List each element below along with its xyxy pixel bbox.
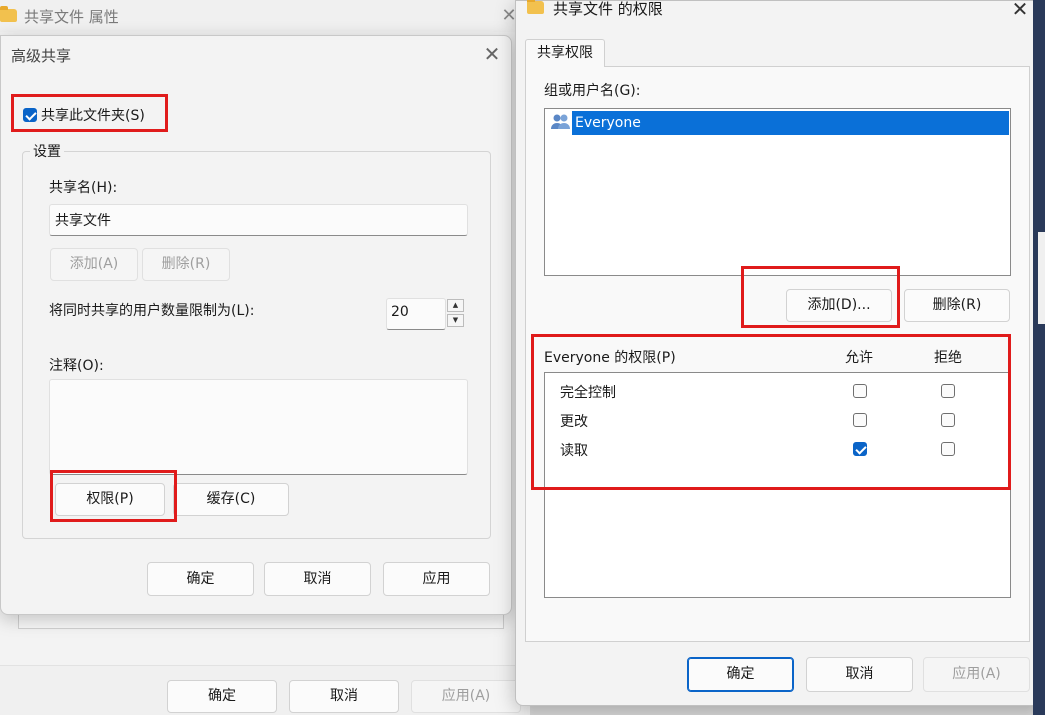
cancel-button[interactable]: 取消	[289, 680, 399, 713]
permission-label: 完全控制	[560, 385, 616, 401]
permissions-dialog: 共享文件 的权限 ✕ 共享权限 组或用户名(G): Everyone 添加(D)…	[515, 0, 1045, 706]
remove-button[interactable]: 删除(R)	[142, 248, 230, 281]
spin-up-icon[interactable]: ▲	[447, 299, 464, 312]
dialog-title: 共享文件 的权限	[553, 0, 663, 18]
tab-share-permissions[interactable]: 共享权限	[525, 39, 605, 67]
permissions-button[interactable]: 权限(P)	[55, 483, 165, 516]
allow-header: 允许	[845, 350, 873, 366]
allow-checkbox[interactable]	[853, 384, 867, 398]
remove-user-button[interactable]: 删除(R)	[904, 289, 1010, 322]
comment-label: 注释(O):	[49, 358, 104, 374]
caching-button[interactable]: 缓存(C)	[173, 483, 289, 516]
close-icon[interactable]: ✕	[1008, 0, 1032, 21]
settings-legend: 设置	[30, 141, 64, 161]
permission-label: 读取	[560, 443, 588, 459]
advanced-sharing-dialog: 高级共享 ✕ 共享此文件夹(S) 设置 共享名(H): 共享文件 添加(A) 删…	[0, 35, 512, 615]
folder-icon	[527, 0, 544, 14]
dialog-title: 高级共享	[11, 47, 72, 65]
permission-label: 更改	[560, 414, 588, 430]
deny-checkbox[interactable]	[941, 442, 955, 456]
cancel-button[interactable]: 取消	[264, 562, 371, 596]
share-name-label: 共享名(H):	[49, 180, 118, 196]
list-item[interactable]: Everyone	[572, 111, 1009, 135]
users-icon	[551, 114, 570, 129]
permissions-list: 完全控制 更改 读取	[544, 372, 1011, 598]
apply-button[interactable]: 应用(A)	[411, 680, 521, 713]
share-folder-checkbox[interactable]	[23, 108, 37, 122]
apply-button[interactable]: 应用(A)	[923, 657, 1030, 692]
group-label: 组或用户名(G):	[544, 83, 641, 99]
allow-checkbox[interactable]	[853, 413, 867, 427]
share-name-input[interactable]: 共享文件	[49, 204, 468, 236]
ok-button[interactable]: 确定	[687, 657, 794, 692]
close-icon[interactable]: ✕	[481, 43, 503, 65]
comment-input[interactable]	[49, 379, 468, 475]
deny-checkbox[interactable]	[941, 413, 955, 427]
permissions-header: Everyone 的权限(P)	[544, 350, 676, 366]
properties-titlebar: 共享文件 属性 ✕	[0, 0, 530, 32]
share-folder-label[interactable]: 共享此文件夹(S)	[41, 105, 145, 125]
folder-icon	[0, 6, 17, 22]
spin-down-icon[interactable]: ▼	[447, 314, 464, 327]
cancel-button[interactable]: 取消	[806, 657, 913, 692]
ok-button[interactable]: 确定	[147, 562, 254, 596]
deny-checkbox[interactable]	[941, 384, 955, 398]
background-window-edge	[1038, 232, 1045, 324]
users-listbox[interactable]: Everyone	[544, 108, 1011, 276]
background-window-edge	[1033, 0, 1045, 715]
add-button[interactable]: 添加(A)	[50, 248, 138, 281]
user-limit-input[interactable]: 20	[386, 298, 446, 330]
add-user-button[interactable]: 添加(D)...	[786, 289, 892, 322]
deny-header: 拒绝	[934, 350, 962, 366]
ok-button[interactable]: 确定	[167, 680, 277, 713]
properties-footer: 确定 取消 应用(A)	[0, 665, 530, 715]
apply-button[interactable]: 应用	[383, 562, 490, 596]
user-limit-label: 将同时共享的用户数量限制为(L):	[49, 303, 255, 319]
allow-checkbox[interactable]	[853, 442, 867, 456]
properties-title: 共享文件 属性	[24, 8, 119, 26]
